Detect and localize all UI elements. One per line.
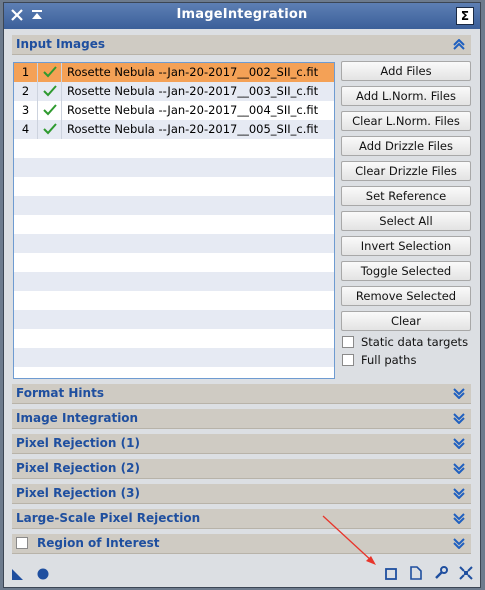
section-pixel-rejection-3[interactable]: Pixel Rejection (3): [12, 484, 471, 504]
section-image-integration[interactable]: Image Integration: [12, 409, 471, 429]
empty-row: [14, 158, 334, 177]
clear-lnorm-files-button[interactable]: Clear L.Norm. Files: [341, 111, 471, 131]
section-label: Input Images: [16, 37, 105, 51]
chevron-up-icon[interactable]: [453, 39, 465, 50]
remove-selected-button[interactable]: Remove Selected: [341, 286, 471, 306]
file-name: Rosette Nebula --Jan-20-2017__003_SII_c.…: [67, 84, 319, 98]
row-index: 4: [14, 120, 38, 139]
section-pixel-rejection-2[interactable]: Pixel Rejection (2): [12, 459, 471, 479]
section-label: Pixel Rejection (3): [16, 486, 140, 500]
chevron-down-icon[interactable]: [453, 438, 465, 449]
select-all-button[interactable]: Select All: [341, 211, 471, 231]
section-large-scale-pixel-rejection[interactable]: Large-Scale Pixel Rejection: [12, 509, 471, 529]
empty-row: [14, 215, 334, 234]
checkmark-icon: [43, 85, 57, 97]
table-row[interactable]: 4 Rosette Nebula --Jan-20-2017__005_SII_…: [14, 120, 334, 139]
enabled-toggle[interactable]: [38, 120, 62, 139]
empty-row: [14, 272, 334, 291]
checkbox-label: Full paths: [361, 353, 417, 367]
title-bar[interactable]: ImageIntegration Σ: [4, 3, 480, 29]
checkmark-icon: [43, 123, 57, 135]
checkbox-label: Static data targets: [361, 335, 469, 349]
file-name: Rosette Nebula --Jan-20-2017__005_SII_c.…: [67, 122, 319, 136]
empty-row: [14, 196, 334, 215]
row-index: 1: [14, 63, 38, 82]
section-input-images[interactable]: Input Images: [12, 35, 471, 55]
section-label: Format Hints: [16, 386, 104, 400]
checkmark-icon: [43, 66, 57, 78]
toggle-selected-button[interactable]: Toggle Selected: [341, 261, 471, 281]
chevron-down-icon[interactable]: [453, 413, 465, 424]
file-list[interactable]: 1 Rosette Nebula --Jan-20-2017__002_SII_…: [13, 62, 335, 379]
bottom-toolbar: [4, 559, 480, 587]
window-title: ImageIntegration: [176, 7, 308, 22]
set-reference-button[interactable]: Set Reference: [341, 186, 471, 206]
row-index: 3: [14, 101, 38, 120]
empty-row: [14, 234, 334, 253]
checkmark-icon: [43, 104, 57, 116]
chevron-down-icon[interactable]: [453, 488, 465, 499]
image-integration-window: ImageIntegration Σ Input Images 1 Rosett…: [3, 2, 481, 588]
file-name: Rosette Nebula --Jan-20-2017__002_SII_c.…: [67, 65, 319, 79]
section-format-hints[interactable]: Format Hints: [12, 384, 471, 404]
row-index: 2: [14, 82, 38, 101]
enabled-toggle[interactable]: [38, 82, 62, 101]
table-row[interactable]: 2 Rosette Nebula --Jan-20-2017__003_SII_…: [14, 82, 334, 101]
section-label: Pixel Rejection (2): [16, 461, 140, 475]
empty-row: [14, 367, 334, 378]
empty-row: [14, 310, 334, 329]
new-instance-icon[interactable]: [11, 567, 25, 581]
empty-row: [14, 348, 334, 367]
document-icon[interactable]: [409, 566, 423, 580]
empty-row: [14, 329, 334, 348]
section-label: Pixel Rejection (1): [16, 436, 140, 450]
chevron-down-icon[interactable]: [453, 463, 465, 474]
table-row[interactable]: 1 Rosette Nebula --Jan-20-2017__002_SII_…: [14, 63, 334, 82]
section-label: Large-Scale Pixel Rejection: [16, 511, 201, 525]
empty-row: [14, 177, 334, 196]
browse-documentation-icon[interactable]: [384, 567, 398, 581]
file-name: Rosette Nebula --Jan-20-2017__004_SII_c.…: [67, 103, 319, 117]
section-region-of-interest[interactable]: Region of Interest: [12, 534, 471, 554]
clear-drizzle-files-button[interactable]: Clear Drizzle Files: [341, 161, 471, 181]
wrench-icon[interactable]: [434, 566, 448, 580]
apply-global-icon[interactable]: [36, 567, 50, 581]
full-paths-checkbox[interactable]: [342, 354, 354, 366]
sigma-icon[interactable]: Σ: [456, 7, 474, 25]
roi-checkbox[interactable]: [16, 537, 28, 549]
add-drizzle-files-button[interactable]: Add Drizzle Files: [341, 136, 471, 156]
static-data-targets-checkbox[interactable]: [342, 336, 354, 348]
section-pixel-rejection-1[interactable]: Pixel Rejection (1): [12, 434, 471, 454]
empty-row: [14, 139, 334, 158]
enabled-toggle[interactable]: [38, 63, 62, 82]
empty-row: [14, 291, 334, 310]
add-files-button[interactable]: Add Files: [341, 61, 471, 81]
chevron-down-icon[interactable]: [453, 388, 465, 399]
empty-row: [14, 253, 334, 272]
section-label: Image Integration: [16, 411, 139, 425]
add-lnorm-files-button[interactable]: Add L.Norm. Files: [341, 86, 471, 106]
invert-selection-button[interactable]: Invert Selection: [341, 236, 471, 256]
chevron-down-icon[interactable]: [453, 538, 465, 549]
enabled-toggle[interactable]: [38, 101, 62, 120]
reset-icon[interactable]: [459, 566, 473, 580]
chevron-down-icon[interactable]: [453, 513, 465, 524]
table-row[interactable]: 3 Rosette Nebula --Jan-20-2017__004_SII_…: [14, 101, 334, 120]
clear-button[interactable]: Clear: [341, 311, 471, 331]
section-label: Region of Interest: [37, 536, 160, 550]
